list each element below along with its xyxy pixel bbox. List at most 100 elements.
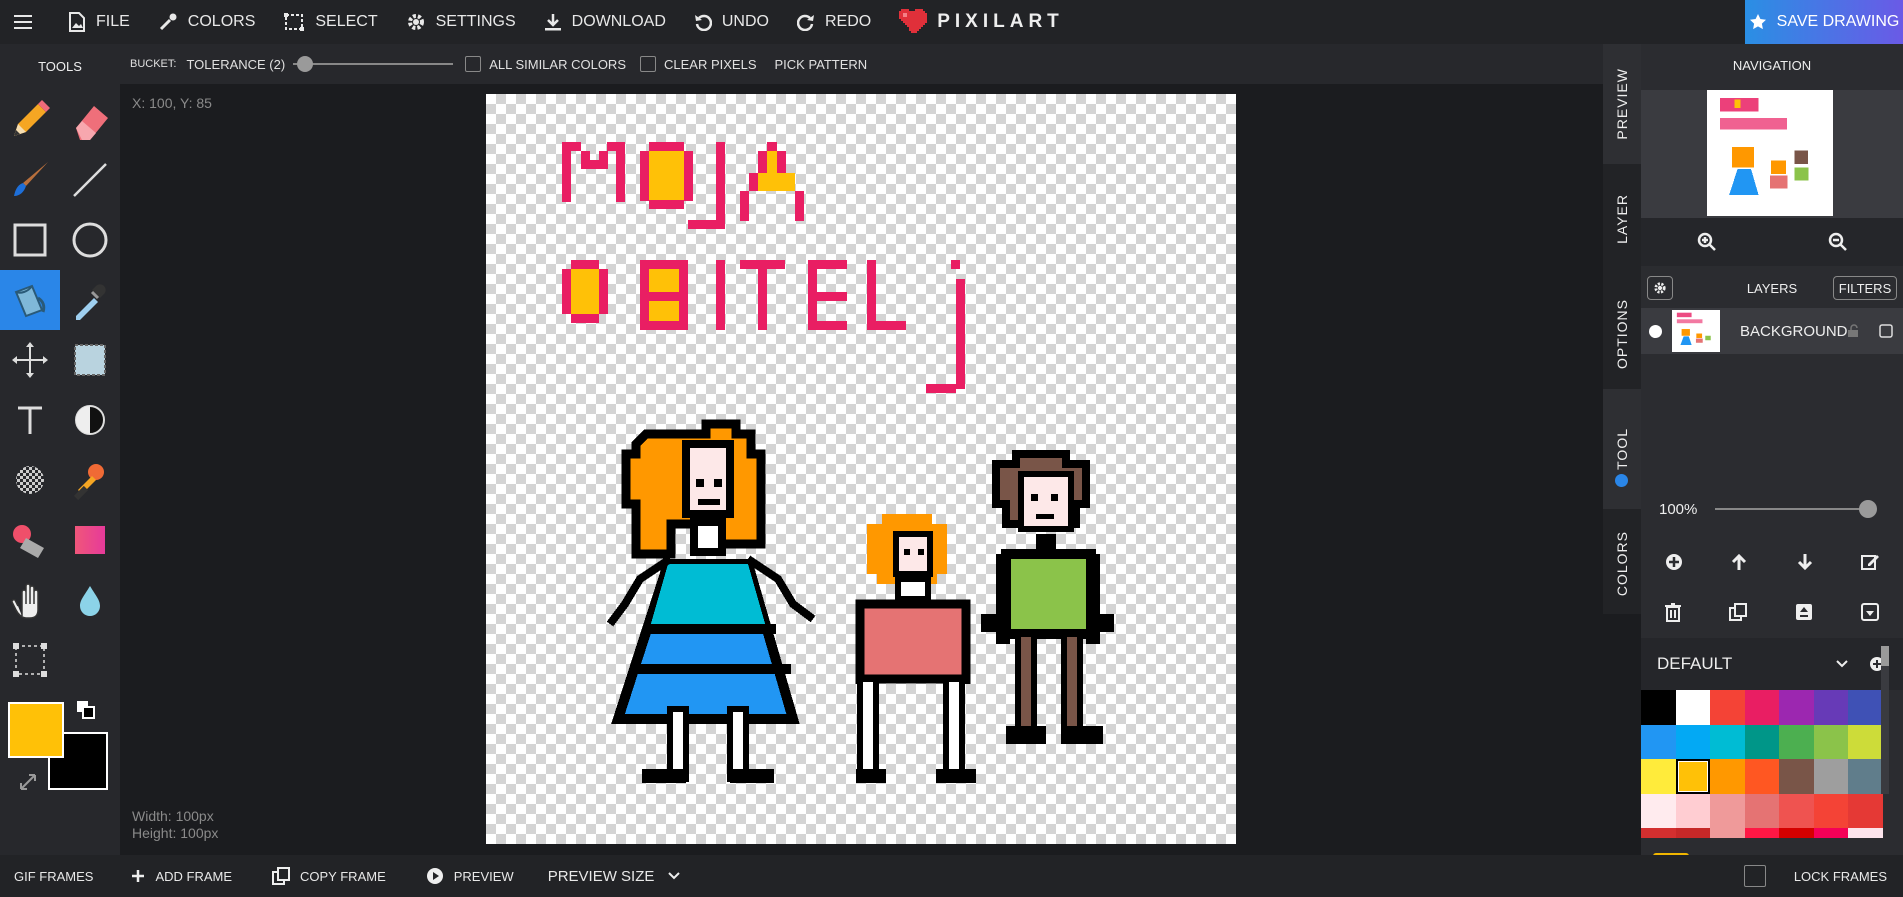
palette-swatch[interactable]: [1779, 690, 1814, 725]
palette-scrollbar-thumb[interactable]: [1881, 646, 1889, 666]
palette-swatch[interactable]: [1848, 724, 1883, 759]
palette-swatch[interactable]: [1675, 759, 1710, 794]
blur-tool[interactable]: [60, 570, 120, 630]
merge-layer-up-icon[interactable]: [1794, 602, 1814, 622]
eraser-tool[interactable]: [60, 90, 120, 150]
palette-swatch[interactable]: [1744, 828, 1779, 838]
rectangle-tool[interactable]: [0, 210, 60, 270]
save-drawing-button[interactable]: SAVE DRAWING: [1745, 0, 1903, 44]
palette-swatch[interactable]: [1710, 690, 1745, 725]
palette-swatch[interactable]: [1744, 724, 1779, 759]
palette-swatch[interactable]: [1779, 724, 1814, 759]
drawing-canvas[interactable]: [486, 94, 1236, 844]
undo-button[interactable]: UNDO: [680, 0, 783, 44]
palette-swatch[interactable]: [1710, 793, 1745, 828]
tab-options[interactable]: OPTIONS: [1603, 274, 1641, 394]
move-layer-down-icon[interactable]: [1795, 552, 1815, 572]
palette-swatch[interactable]: [1675, 724, 1710, 759]
zoom-in-icon[interactable]: [1697, 232, 1717, 252]
layer-item-background[interactable]: BACKGROUND: [1641, 308, 1903, 354]
palette-swatch[interactable]: [1779, 828, 1814, 838]
chevron-down-icon[interactable]: [1835, 659, 1849, 669]
palette-swatch[interactable]: [1813, 793, 1848, 828]
palette-swatch[interactable]: [1848, 690, 1883, 725]
zoom-out-icon[interactable]: [1828, 232, 1848, 252]
hamburger-menu-button[interactable]: [0, 0, 54, 44]
bucket-tool[interactable]: [0, 270, 60, 330]
palette-swatch[interactable]: [1641, 724, 1676, 759]
filters-button[interactable]: FILTERS: [1833, 276, 1897, 300]
primary-color-swatch[interactable]: [8, 702, 64, 758]
navigation-thumbnail[interactable]: [1707, 90, 1833, 216]
palette-swatch[interactable]: [1813, 690, 1848, 725]
move-layer-up-icon[interactable]: [1729, 552, 1749, 572]
layer-opacity-slider[interactable]: [1715, 500, 1878, 518]
edit-layer-icon[interactable]: [1860, 552, 1880, 572]
unlock-icon[interactable]: [1847, 324, 1861, 338]
layer-opacity-knob[interactable]: [1859, 500, 1878, 518]
tab-colors[interactable]: COLORS: [1603, 504, 1641, 624]
tab-layer[interactable]: LAYER: [1603, 159, 1641, 279]
move-tool[interactable]: [0, 330, 60, 390]
tolerance-slider-knob[interactable]: [297, 56, 314, 72]
redo-button[interactable]: REDO: [783, 0, 885, 44]
palette-swatch[interactable]: [1641, 759, 1676, 794]
palette-swatch[interactable]: [1779, 793, 1814, 828]
crop-tool[interactable]: [0, 630, 60, 690]
palette-swatch[interactable]: [1710, 828, 1745, 838]
all-similar-colors-checkbox[interactable]: [465, 56, 482, 72]
palette-swatch[interactable]: [1675, 793, 1710, 828]
layer-select-checkbox-icon[interactable]: [1879, 324, 1893, 338]
reset-colors-icon[interactable]: [18, 772, 38, 792]
tab-preview[interactable]: PREVIEW: [1603, 44, 1641, 164]
gradient-tool[interactable]: [60, 510, 120, 570]
palette-swatch[interactable]: [1641, 828, 1676, 838]
lock-frames-checkbox[interactable]: [1743, 865, 1766, 887]
palette-swatch[interactable]: [1848, 759, 1883, 794]
palette-swatch[interactable]: [1675, 828, 1710, 838]
palette-swatch[interactable]: [1813, 828, 1848, 838]
settings-menu-button[interactable]: SETTINGS: [392, 0, 530, 44]
preview-frames-button[interactable]: PREVIEW: [426, 867, 514, 885]
palette-swatch[interactable]: [1710, 759, 1745, 794]
palette-swatch[interactable]: [1641, 690, 1676, 725]
swap-colors-icon[interactable]: [76, 700, 96, 720]
duplicate-layer-icon[interactable]: [1728, 602, 1748, 622]
layer-visibility-toggle[interactable]: [1649, 324, 1662, 338]
spray-tool[interactable]: [0, 510, 60, 570]
add-frame-button[interactable]: ADD FRAME: [131, 869, 232, 884]
text-tool[interactable]: [0, 390, 60, 450]
clear-pixels-checkbox[interactable]: [640, 56, 656, 72]
all-similar-colors-toggle[interactable]: ALL SIMILAR COLORS: [465, 56, 626, 72]
palette-swatch[interactable]: [1744, 690, 1779, 725]
palette-swatch[interactable]: [1779, 759, 1814, 794]
lighten-darken-tool[interactable]: [60, 390, 120, 450]
pencil-tool[interactable]: [0, 90, 60, 150]
file-menu-button[interactable]: FILE: [54, 0, 144, 44]
add-layer-icon[interactable]: [1664, 552, 1684, 572]
hand-tool[interactable]: [0, 570, 60, 630]
line-tool[interactable]: [60, 150, 120, 210]
palette-swatch[interactable]: [1848, 828, 1883, 838]
tolerance-slider[interactable]: [293, 56, 454, 72]
palette-swatch[interactable]: [1744, 793, 1779, 828]
clear-pixels-toggle[interactable]: CLEAR PIXELS: [640, 56, 757, 72]
palette-swatch[interactable]: [1813, 759, 1848, 794]
brush-tool[interactable]: [0, 150, 60, 210]
palette-swatch[interactable]: [1710, 724, 1745, 759]
palette-scrollbar[interactable]: [1881, 646, 1889, 794]
download-menu-button[interactable]: DOWNLOAD: [530, 0, 680, 44]
tab-tool[interactable]: TOOL: [1603, 389, 1641, 509]
ellipse-tool[interactable]: [60, 210, 120, 270]
preview-size-dropdown[interactable]: PREVIEW SIZE: [548, 868, 681, 885]
stamp-tool[interactable]: [60, 450, 120, 510]
delete-layer-icon[interactable]: [1664, 602, 1682, 622]
palette-swatch[interactable]: [1813, 724, 1848, 759]
lock-frames-toggle[interactable]: LOCK FRAMES: [1743, 855, 1887, 897]
pixilart-logo[interactable]: PIXILART: [897, 0, 1064, 44]
merge-layer-down-icon[interactable]: [1860, 602, 1880, 622]
color-picker-tool[interactable]: [60, 270, 120, 330]
colors-menu-button[interactable]: COLORS: [144, 0, 270, 44]
palette-swatch[interactable]: [1675, 690, 1710, 725]
palette-swatch[interactable]: [1641, 793, 1676, 828]
